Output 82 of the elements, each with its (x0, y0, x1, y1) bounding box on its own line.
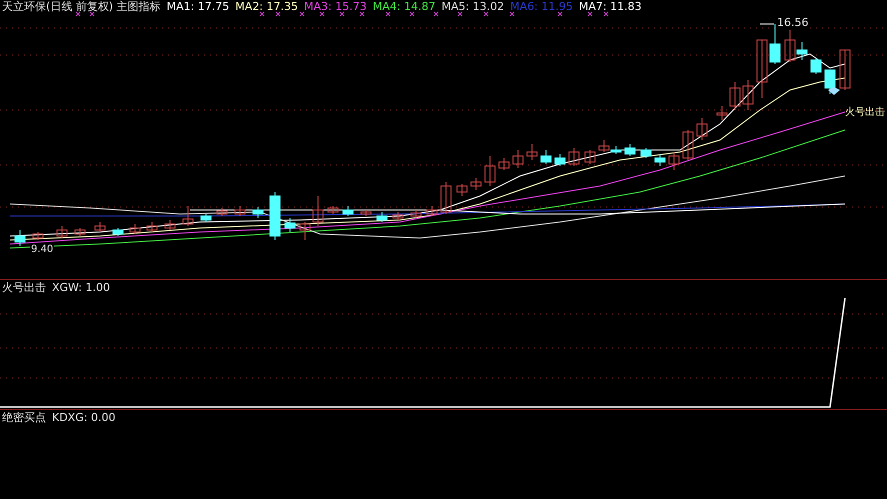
candlestick (312, 196, 324, 226)
moving-average-reading: MA4: 14.87 (372, 0, 436, 14)
candlestick (696, 118, 708, 140)
candlestick (512, 150, 524, 168)
signal-label: 火号出击 (845, 106, 885, 120)
candlestick (112, 228, 124, 236)
candlestick (730, 82, 740, 110)
candlestick (146, 222, 158, 232)
candlestick (470, 178, 482, 190)
candlestick (300, 222, 310, 240)
candlestick (716, 106, 728, 120)
moving-average-reading: MA3: 15.73 (304, 0, 367, 14)
candlestick (32, 232, 44, 240)
cross-marker-icon (558, 12, 562, 16)
candlestick (56, 226, 68, 238)
cross-marker-icon (340, 12, 344, 16)
moving-average-reading: MA2: 17.35 (235, 0, 298, 14)
cross-marker-icon (360, 12, 364, 16)
indicator-title: 绝密买点 (2, 411, 46, 425)
indicator-title: 火号出击 (2, 281, 46, 295)
candlestick (540, 150, 552, 164)
cross-marker-icon (410, 12, 414, 16)
indicator-reading: XGW: 1.00 (52, 281, 110, 295)
cross-marker-icon (434, 12, 438, 16)
candlestick (200, 214, 212, 222)
candlestick (840, 50, 850, 90)
low-price-label: 9.40 (30, 244, 54, 255)
candlestick (252, 206, 264, 218)
cross-marker-icon (320, 12, 324, 16)
moving-average-reading: MA6: 11.95 (510, 0, 573, 14)
cross-marker-icon (386, 12, 390, 16)
candlestick (584, 150, 596, 164)
chart-title: 天立环保(日线 前复权) 主图指标 (2, 0, 161, 14)
candlestick (640, 148, 652, 158)
candlestick (456, 184, 468, 196)
candlestick (94, 222, 106, 232)
cross-marker-icon (604, 12, 608, 16)
cross-marker-icon (276, 12, 280, 16)
cross-marker-icon (458, 12, 462, 16)
candlestick (526, 144, 538, 160)
diamond-icon (828, 87, 840, 95)
candlestick (554, 154, 566, 166)
candlestick (360, 210, 372, 216)
cross-marker-icon (76, 12, 80, 16)
moving-average-reading: MA7: 11.83 (578, 0, 642, 14)
cross-marker-icon (300, 12, 304, 16)
candlestick (328, 206, 338, 214)
candlestick (654, 154, 666, 166)
candlestick (130, 224, 140, 234)
high-price-label: 16.56 (776, 16, 810, 30)
candlestick (284, 218, 296, 232)
candlestick (164, 220, 176, 230)
candlestick (270, 192, 280, 240)
candlestick (682, 130, 694, 160)
candlestick (824, 70, 836, 94)
candlestick (624, 144, 636, 156)
indicator-reading: KDXG: 0.00 (52, 411, 116, 425)
cross-marker-icon (588, 12, 592, 16)
cross-marker-icon (90, 12, 94, 16)
moving-average-reading: MA1: 17.75 (166, 0, 230, 14)
candlestick (426, 206, 438, 216)
candlestick (182, 206, 194, 226)
candlestick (742, 80, 754, 110)
cross-marker-icon (510, 12, 514, 16)
candlestick (440, 182, 452, 214)
moving-average-reading: MA5: 13.02 (441, 0, 504, 14)
candlestick (810, 58, 822, 74)
candlestick (376, 212, 388, 222)
candlestick (234, 206, 246, 216)
candlestick (410, 210, 422, 218)
candlestick (392, 212, 404, 220)
candlestick (484, 156, 496, 186)
candlestick (342, 206, 354, 216)
candlestick (568, 148, 580, 166)
candlestick (756, 40, 768, 98)
candlestick (668, 152, 680, 170)
candlestick (14, 230, 26, 246)
cross-marker-icon (484, 12, 488, 16)
candlestick (216, 208, 228, 216)
candlestick (498, 158, 510, 170)
cross-marker-icon (260, 12, 264, 16)
candlestick (74, 228, 86, 236)
